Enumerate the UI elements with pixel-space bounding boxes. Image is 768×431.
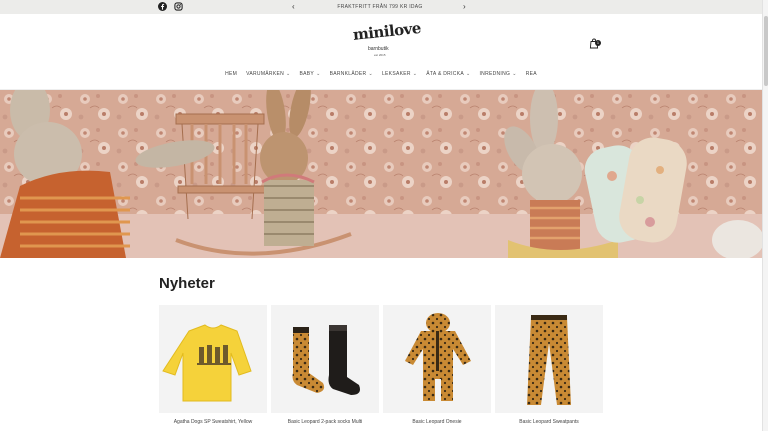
nav-label: HEM bbox=[225, 71, 238, 77]
logo-tagline: barnbutik bbox=[368, 46, 389, 52]
product-image bbox=[383, 305, 491, 413]
nav-item-inredning[interactable]: INREDNING ⌄ bbox=[479, 68, 516, 80]
announcement-message: FRAKTFRITT FRÅN 799 KR IDAG bbox=[337, 4, 423, 10]
chevron-down-icon: ⌄ bbox=[412, 71, 418, 77]
product-card[interactable]: Agatha Dogs SP Sweatshirt, Yellow bbox=[159, 305, 267, 431]
nav-label: LEKSAKER bbox=[381, 71, 411, 77]
product-image bbox=[159, 305, 267, 413]
chevron-down-icon: ⌄ bbox=[368, 71, 373, 77]
nav-label: INREDNING bbox=[479, 71, 511, 77]
nav-item-rea[interactable]: REA bbox=[526, 68, 537, 80]
nav-item-ata-dricka[interactable]: ÄTA & DRICKA ⌄ bbox=[426, 68, 470, 80]
logo-wordmark: minilove bbox=[352, 18, 422, 44]
product-image bbox=[271, 305, 379, 413]
product-card[interactable]: Basic Leopard 2-pack socks Multi bbox=[271, 305, 379, 431]
nav-item-hem[interactable]: HEM bbox=[225, 68, 237, 80]
hero-image bbox=[0, 90, 762, 258]
chevron-down-icon: ⌄ bbox=[512, 71, 517, 77]
nav-label: REA bbox=[525, 71, 537, 77]
announcement-prev-icon[interactable]: ‹ bbox=[292, 1, 295, 13]
page-scrollbar[interactable] bbox=[762, 0, 768, 431]
nav-label: VARUMÄRKEN bbox=[246, 71, 285, 77]
nav-label: BARNKLÄDER bbox=[329, 71, 367, 77]
announcement-bar: ‹ FRAKTFRITT FRÅN 799 KR IDAG › bbox=[0, 0, 768, 14]
site-logo[interactable]: minilove barnbutik est 2015 bbox=[352, 19, 422, 66]
chevron-down-icon: ⌄ bbox=[316, 71, 321, 77]
instagram-icon[interactable] bbox=[174, 2, 183, 11]
facebook-icon[interactable] bbox=[158, 2, 167, 11]
product-image bbox=[495, 305, 603, 413]
hero-banner[interactable] bbox=[0, 90, 762, 258]
nav-item-varumarken[interactable]: VARUMÄRKEN ⌄ bbox=[246, 68, 290, 80]
product-card[interactable]: Basic Leopard Onesie bbox=[383, 305, 491, 431]
main-navigation: HEM VARUMÄRKEN ⌄ BABY ⌄ BARNKLÄDER ⌄ LEKSAK… bbox=[0, 68, 762, 80]
product-title[interactable]: Agatha Dogs SP Sweatshirt, Yellow bbox=[159, 419, 267, 425]
product-title[interactable]: Basic Leopard 2-pack socks Multi bbox=[271, 419, 379, 425]
announcement-next-icon[interactable]: › bbox=[463, 1, 466, 13]
chevron-down-icon: ⌄ bbox=[286, 71, 291, 77]
section-title: Nyheter bbox=[159, 275, 215, 292]
cart-button[interactable]: 1 bbox=[589, 36, 601, 49]
nav-item-barnklader[interactable]: BARNKLÄDER ⌄ bbox=[330, 68, 373, 80]
nav-label: BABY bbox=[299, 71, 315, 77]
product-title[interactable]: Basic Leopard Sweatpants bbox=[495, 419, 603, 425]
product-card[interactable]: Basic Leopard Sweatpants bbox=[495, 305, 603, 431]
cart-count-badge: 1 bbox=[595, 40, 601, 46]
chevron-down-icon: ⌄ bbox=[465, 71, 471, 77]
nav-item-leksaker[interactable]: LEKSAKER ⌄ bbox=[382, 68, 417, 80]
scrollbar-thumb[interactable] bbox=[764, 16, 768, 86]
site-header: minilove barnbutik est 2015 1 HEM VARUMÄ… bbox=[0, 14, 762, 90]
logo-since: est 2015 bbox=[374, 53, 386, 57]
product-title[interactable]: Basic Leopard Onesie bbox=[383, 419, 491, 425]
product-grid: Agatha Dogs SP Sweatshirt, Yellow Basic … bbox=[159, 305, 603, 431]
nav-label: ÄTA & DRICKA bbox=[426, 71, 464, 77]
nav-item-baby[interactable]: BABY ⌄ bbox=[300, 68, 321, 80]
